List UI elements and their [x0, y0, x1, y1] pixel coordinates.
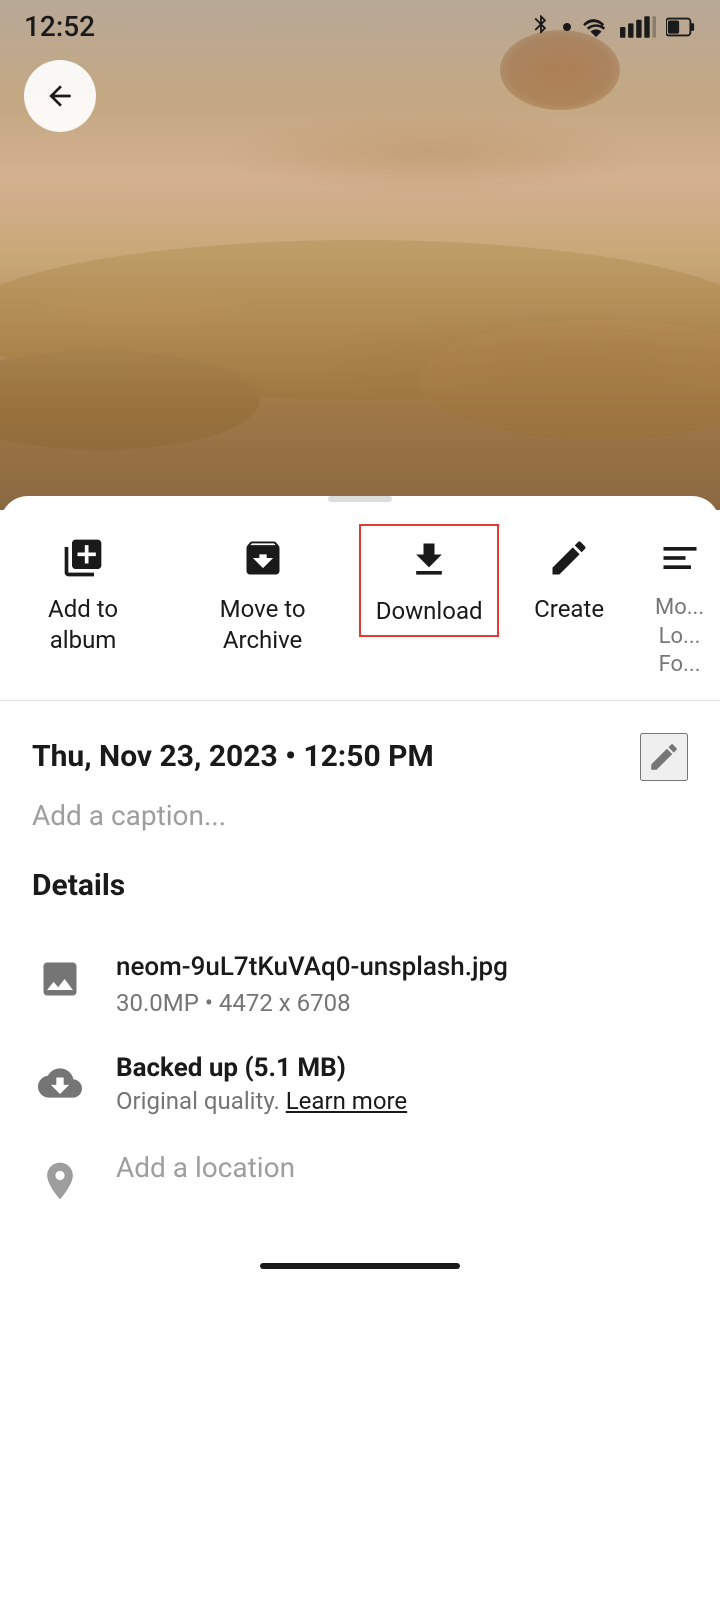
add-to-album-icon [57, 532, 109, 584]
image-file-icon [32, 951, 88, 1007]
bluetooth-icon [530, 13, 552, 41]
caption-placeholder[interactable]: Add a caption... [32, 799, 688, 832]
wifi-icon [582, 16, 610, 38]
photo-area [0, 0, 720, 510]
edit-date-button[interactable] [640, 733, 688, 781]
backup-subtitle: Original quality. Learn more [116, 1087, 688, 1115]
location-detail-row[interactable]: Add a location [32, 1133, 688, 1227]
add-to-album-label: Add to album [16, 594, 150, 656]
bottom-sheet: Add to album Move to Archive Download [0, 496, 720, 1269]
archive-icon [237, 532, 289, 584]
more-label: Mo...Lo...Fo... [655, 594, 704, 680]
download-label: Download [376, 596, 483, 627]
actions-row: Add to album Move to Archive Download [0, 508, 720, 700]
backup-title: Backed up (5.1 MB) [116, 1053, 688, 1083]
action-add-to-album[interactable]: Add to album [0, 524, 166, 664]
add-location-label: Add a location [116, 1151, 688, 1184]
file-detail-content: neom-9uL7tKuVAq0-unsplash.jpg 30.0MP • 4… [116, 949, 688, 1017]
learn-more-link[interactable]: Learn more [286, 1087, 407, 1115]
file-resolution: 30.0MP • 4472 x 6708 [116, 989, 688, 1017]
action-create[interactable]: Create [499, 524, 639, 633]
details-heading: Details [32, 868, 688, 903]
backup-detail-content: Backed up (5.1 MB) Original quality. Lea… [116, 1053, 688, 1115]
terrain-svg [0, 0, 720, 510]
status-bar: 12:52 [0, 0, 720, 49]
location-pin-icon [32, 1153, 88, 1209]
location-content: Add a location [116, 1151, 688, 1184]
date-text: Thu, Nov 23, 2023 • 12:50 PM [32, 739, 434, 774]
more-icon [654, 532, 706, 584]
status-icons [530, 13, 696, 41]
cloud-backup-icon [32, 1055, 88, 1111]
file-detail-row: neom-9uL7tKuVAq0-unsplash.jpg 30.0MP • 4… [32, 931, 688, 1035]
backup-detail-row: Backed up (5.1 MB) Original quality. Lea… [32, 1035, 688, 1133]
pencil-icon [647, 740, 681, 774]
action-move-to-archive[interactable]: Move to Archive [166, 524, 359, 664]
move-to-archive-label: Move to Archive [182, 594, 343, 656]
filename: neom-9uL7tKuVAq0-unsplash.jpg [116, 949, 688, 985]
battery-icon [666, 16, 696, 38]
info-section: Thu, Nov 23, 2023 • 12:50 PM Add a capti… [0, 701, 720, 1227]
action-download[interactable]: Download [359, 524, 499, 637]
home-indicator [260, 1263, 460, 1269]
create-label: Create [534, 594, 604, 625]
status-time: 12:52 [24, 10, 95, 43]
action-more[interactable]: Mo...Lo...Fo... [639, 524, 720, 688]
back-button[interactable] [24, 60, 96, 132]
back-arrow-icon [44, 80, 76, 112]
signal-icon [620, 16, 656, 38]
location-dot-icon [562, 22, 572, 32]
download-icon [403, 534, 455, 586]
drag-handle [328, 496, 392, 502]
date-row: Thu, Nov 23, 2023 • 12:50 PM [32, 733, 688, 781]
create-icon [543, 532, 595, 584]
